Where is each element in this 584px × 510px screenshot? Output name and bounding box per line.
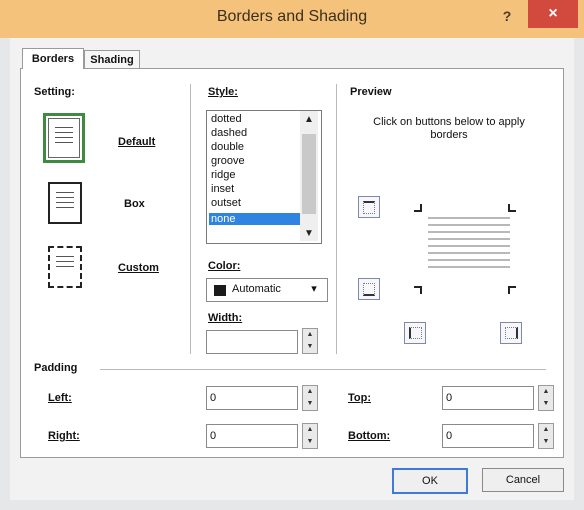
style-option-selected[interactable]: none bbox=[209, 213, 301, 225]
width-spinner[interactable]: ▲ ▼ bbox=[302, 328, 318, 354]
color-swatch bbox=[214, 285, 226, 296]
right-spinner[interactable]: ▲ ▼ bbox=[302, 423, 318, 449]
scroll-down-icon[interactable]: ▼ bbox=[300, 226, 318, 242]
preview-hint: Click on buttons below to apply borders bbox=[373, 116, 525, 141]
help-button[interactable]: ? bbox=[496, 5, 518, 27]
preview-label: Preview bbox=[350, 86, 392, 98]
top-value: 0 bbox=[446, 392, 453, 404]
corner-mark bbox=[414, 286, 422, 294]
setting-default-label[interactable]: Default bbox=[118, 136, 155, 148]
style-option[interactable]: dotted bbox=[209, 113, 301, 125]
style-option[interactable]: groove bbox=[209, 155, 301, 167]
tab-shading[interactable]: Shading bbox=[84, 50, 140, 69]
padding-label: Padding bbox=[34, 362, 78, 374]
bottom-spinner[interactable]: ▲ ▼ bbox=[538, 423, 554, 449]
color-label: Color: bbox=[208, 260, 241, 272]
cancel-button[interactable]: Cancel bbox=[482, 468, 564, 492]
setting-custom-label[interactable]: Custom bbox=[118, 262, 159, 274]
right-border-button[interactable] bbox=[500, 322, 522, 344]
left-border-button[interactable] bbox=[404, 322, 426, 344]
style-option[interactable]: dashed bbox=[209, 127, 301, 139]
bottom-field[interactable]: 0 bbox=[442, 424, 534, 448]
tab-borders[interactable]: Borders bbox=[22, 48, 84, 69]
bottom-value: 0 bbox=[446, 430, 453, 442]
setting-custom-icon[interactable] bbox=[48, 246, 82, 288]
right-value: 0 bbox=[210, 430, 217, 442]
top-spinner[interactable]: ▲ ▼ bbox=[538, 385, 554, 411]
close-button[interactable]: × bbox=[528, 0, 578, 28]
bottom-border-button[interactable] bbox=[358, 278, 380, 300]
style-option[interactable]: double bbox=[209, 141, 301, 153]
style-option[interactable]: outset bbox=[209, 197, 301, 209]
top-label: Top: bbox=[348, 392, 372, 404]
left-spinner[interactable]: ▲ ▼ bbox=[302, 385, 318, 411]
scroll-up-icon[interactable]: ▲ bbox=[300, 112, 318, 128]
ok-button[interactable]: OK bbox=[392, 468, 468, 494]
setting-default-icon[interactable] bbox=[43, 113, 85, 163]
preview-sample bbox=[428, 217, 510, 273]
color-value: Automatic bbox=[232, 283, 281, 295]
corner-mark bbox=[414, 204, 422, 212]
setting-label: Setting: bbox=[34, 86, 75, 98]
top-field[interactable]: 0 bbox=[442, 386, 534, 410]
setting-box-icon[interactable] bbox=[48, 182, 82, 224]
right-field[interactable]: 0 bbox=[206, 424, 298, 448]
corner-mark bbox=[508, 204, 516, 212]
left-field[interactable]: 0 bbox=[206, 386, 298, 410]
column-divider bbox=[336, 84, 337, 354]
column-divider bbox=[190, 84, 191, 354]
width-label: Width: bbox=[208, 312, 243, 324]
left-value: 0 bbox=[210, 392, 217, 404]
scrollbar-thumb[interactable] bbox=[302, 134, 316, 214]
style-option[interactable]: inset bbox=[209, 183, 301, 195]
padding-divider bbox=[100, 369, 546, 370]
bottom-label: Bottom: bbox=[348, 430, 391, 442]
chevron-down-icon[interactable]: ▾ bbox=[306, 280, 322, 298]
right-label: Right: bbox=[48, 430, 80, 442]
style-option[interactable]: ridge bbox=[209, 169, 301, 181]
style-label: Style: bbox=[208, 86, 238, 98]
top-border-button[interactable] bbox=[358, 196, 380, 218]
corner-mark bbox=[508, 286, 516, 294]
width-field[interactable] bbox=[206, 330, 298, 354]
left-label: Left: bbox=[48, 392, 72, 404]
setting-box-label[interactable]: Box bbox=[124, 198, 145, 210]
